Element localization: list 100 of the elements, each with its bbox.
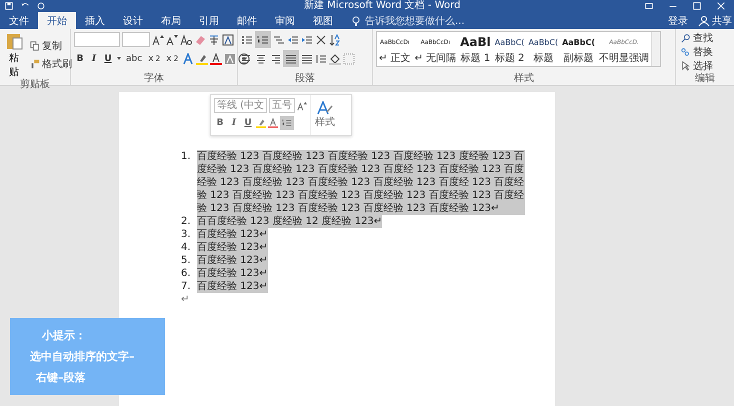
list-number: 3. <box>181 228 192 241</box>
replace-button[interactable]: 替换 <box>679 45 731 59</box>
numbering-button[interactable] <box>280 116 294 130</box>
format-button[interactable]: I <box>88 50 100 67</box>
increase-indent-icon[interactable] <box>301 34 313 46</box>
font-color-icon[interactable] <box>268 116 278 128</box>
tip-text: 右键–段落 <box>35 370 86 385</box>
ribbon-tab[interactable]: 设计 <box>114 12 152 29</box>
style-item[interactable]: AaBl 标题 1 <box>458 32 493 66</box>
phonetic-icon[interactable] <box>208 34 220 46</box>
ribbon-tab[interactable]: 邮件 <box>228 12 266 29</box>
character-border-icon[interactable] <box>222 34 234 46</box>
gallery-scrollbar[interactable] <box>651 32 660 66</box>
grow-font-icon[interactable] <box>297 100 308 112</box>
person-icon[interactable] <box>698 14 710 26</box>
ribbon-tab[interactable]: 视图 <box>304 12 342 29</box>
ribbon-tab[interactable]: 审阅 <box>266 12 304 29</box>
ribbon-tab[interactable]: 开始 <box>38 12 76 29</box>
list-item-text: 百度经验 123↵ <box>197 280 268 293</box>
paragraph-mark: ↵ <box>181 293 190 306</box>
format-button[interactable]: U <box>102 50 114 67</box>
group-label: 样式 <box>513 73 535 85</box>
tell-me-search[interactable]: 告诉我您想要做什么... <box>365 14 465 28</box>
style-item[interactable]: AaBbC( 标题 2 <box>492 32 526 66</box>
format-button[interactable]: B <box>214 116 226 130</box>
find-button[interactable]: 查找 <box>679 31 731 45</box>
list-number: 7. <box>181 280 192 293</box>
change-case-icon[interactable] <box>180 34 192 46</box>
restore-icon[interactable] <box>644 1 654 11</box>
style-item[interactable]: AaBbC( 副标题 <box>560 32 598 66</box>
style-item[interactable]: AaBbC( 标题 <box>526 32 560 66</box>
save-icon[interactable] <box>4 1 14 11</box>
close-icon[interactable] <box>716 1 726 11</box>
multilevel-list-icon[interactable] <box>273 34 285 46</box>
copy-button[interactable]: 复制 <box>28 37 74 54</box>
brush-icon[interactable] <box>30 58 40 70</box>
list-item-text: 百度经验 123 百度经验 123 百度经验 123 百度经验 123 度经验 123 百度经验 123 百度经验 123 百度经验 123 百度经 123 百度经验 123 百度经验 123 百度经验 123 百度经验 123 百度经验 123 百度经 123 百度经验 123 百度经验 123 百度经验 123 百度经验 123 百度经验 123 百度经验 123 百度经验 123 百度经验 123 百度经验 123 百度经验 123↵ <box>197 150 525 215</box>
ribbon-tab[interactable]: 布局 <box>152 12 190 29</box>
font-name-field[interactable]: 等线 (中文 <box>214 98 268 113</box>
text-effects-icon[interactable] <box>182 52 194 64</box>
align-distributed-icon[interactable] <box>301 52 313 64</box>
ribbon-tab[interactable]: 文件 <box>0 12 38 29</box>
font-size-field[interactable]: 五号 <box>269 98 296 113</box>
decrease-indent-icon[interactable] <box>287 34 299 46</box>
list-number: 5. <box>181 254 192 267</box>
format-painter-button[interactable]: 格式刷 <box>28 55 74 72</box>
list-item-text: 百度经验 123↵ <box>197 241 268 254</box>
list-number: 4. <box>181 241 192 254</box>
sort-icon[interactable] <box>329 34 341 46</box>
copy-icon[interactable] <box>30 40 40 52</box>
group-label: 剪贴板 <box>19 79 51 91</box>
cursor-icon[interactable] <box>681 60 691 72</box>
justify-button[interactable] <box>283 50 299 67</box>
shrink-font-icon[interactable] <box>166 34 178 46</box>
align-left-icon[interactable] <box>241 52 253 64</box>
font-size-field[interactable] <box>122 32 150 47</box>
sign-in-link[interactable]: 登录 <box>660 12 696 29</box>
group-label: 字体 <box>143 73 165 85</box>
list-number: 2. <box>181 215 192 228</box>
line-spacing-icon[interactable] <box>315 52 327 64</box>
asian-layout-icon[interactable] <box>315 34 327 46</box>
select-button[interactable]: 选择 <box>679 59 731 73</box>
lightbulb-icon[interactable] <box>350 14 362 26</box>
caret-icon[interactable] <box>116 54 122 62</box>
list-item-text: 百度经验 123↵ <box>197 267 268 280</box>
format-button[interactable]: I <box>228 116 240 130</box>
paste-button[interactable]: 粘贴 <box>3 31 25 79</box>
maximize-icon[interactable] <box>692 1 702 11</box>
highlighter-icon[interactable] <box>256 116 266 128</box>
justify-icon <box>285 52 297 64</box>
enclose-character-icon[interactable] <box>238 52 250 64</box>
format-button[interactable]: U <box>242 116 254 130</box>
group-label: 编辑 <box>694 73 716 85</box>
tip-text: 小提示： <box>40 328 87 343</box>
share-button[interactable]: 共享 <box>696 12 734 29</box>
align-right-icon[interactable] <box>269 52 281 64</box>
list-item-text: 百度经验 123↵ <box>197 254 268 267</box>
numbering-button[interactable] <box>255 31 271 48</box>
styles-icon <box>317 101 334 115</box>
ribbon-tab[interactable]: 插入 <box>76 12 114 29</box>
shading-bucket-icon[interactable] <box>329 52 341 64</box>
list-number: 6. <box>181 267 192 280</box>
highlighter-icon[interactable] <box>196 52 208 64</box>
bullets-icon[interactable] <box>241 34 253 46</box>
list-item-text: 百百度经验 123 度经验 12 度经验 123↵ <box>197 215 382 228</box>
group-label: 段落 <box>294 73 316 85</box>
align-center-icon[interactable] <box>255 52 267 64</box>
list-number: 1. <box>181 150 192 164</box>
font-name-field[interactable] <box>74 32 120 47</box>
numbered-list-icon <box>282 116 292 128</box>
list-item-text: 百度经验 123↵ <box>197 228 268 241</box>
styles-button[interactable]: 样式 <box>311 95 340 135</box>
ribbon-tab[interactable]: 引用 <box>190 12 228 29</box>
search-icon[interactable] <box>681 32 691 44</box>
script-button[interactable]: abc <box>124 50 144 67</box>
tip-text: 选中自动排序的文字– <box>30 349 136 364</box>
format-button[interactable]: B <box>74 50 86 67</box>
numbered-list-icon <box>257 34 269 46</box>
grow-font-icon[interactable] <box>152 34 164 46</box>
font-color-icon[interactable] <box>210 52 222 64</box>
